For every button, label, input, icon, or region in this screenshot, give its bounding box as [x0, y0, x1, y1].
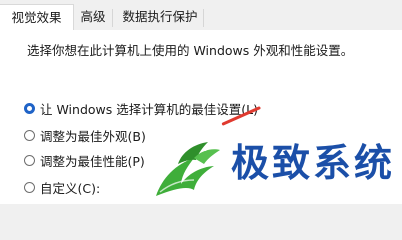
option-label: 自定义(C):	[40, 180, 101, 196]
option-let-windows-choose[interactable]: 让 Windows 选择计算机的最佳设置(L)	[24, 99, 258, 117]
radio-button[interactable]	[24, 129, 35, 141]
dragon-logo-icon	[156, 142, 220, 196]
tab-divider	[112, 9, 113, 27]
radio-button[interactable]	[24, 181, 35, 193]
option-label: 让 Windows 选择计算机的最佳设置(L)	[40, 101, 258, 117]
option-label: 调整为最佳外观(B)	[40, 128, 146, 144]
tab-visual-effects[interactable]: 视觉效果	[0, 4, 74, 31]
radio-button[interactable]	[24, 102, 35, 114]
option-best-performance[interactable]: 调整为最佳性能(P)	[24, 151, 145, 169]
panel-description: 选择你想在此计算机上使用的 Windows 外观和性能设置。	[27, 43, 354, 58]
tab-strip: 视觉效果 高级 数据执行保护	[0, 0, 402, 31]
tab-advanced[interactable]: 高级	[78, 6, 108, 29]
radio-button[interactable]	[24, 154, 35, 166]
tab-data-execution-prevention[interactable]: 数据执行保护	[117, 6, 203, 29]
watermark: 极致系统	[148, 134, 402, 204]
option-label: 调整为最佳性能(P)	[40, 153, 145, 169]
option-best-appearance[interactable]: 调整为最佳外观(B)	[24, 126, 146, 144]
watermark-text: 极致系统	[231, 141, 396, 185]
tab-divider	[203, 9, 204, 27]
performance-options-window: 视觉效果 高级 数据执行保护 选择你想在此计算机上使用的 Windows 外观和…	[0, 0, 402, 204]
option-custom[interactable]: 自定义(C):	[24, 178, 100, 196]
